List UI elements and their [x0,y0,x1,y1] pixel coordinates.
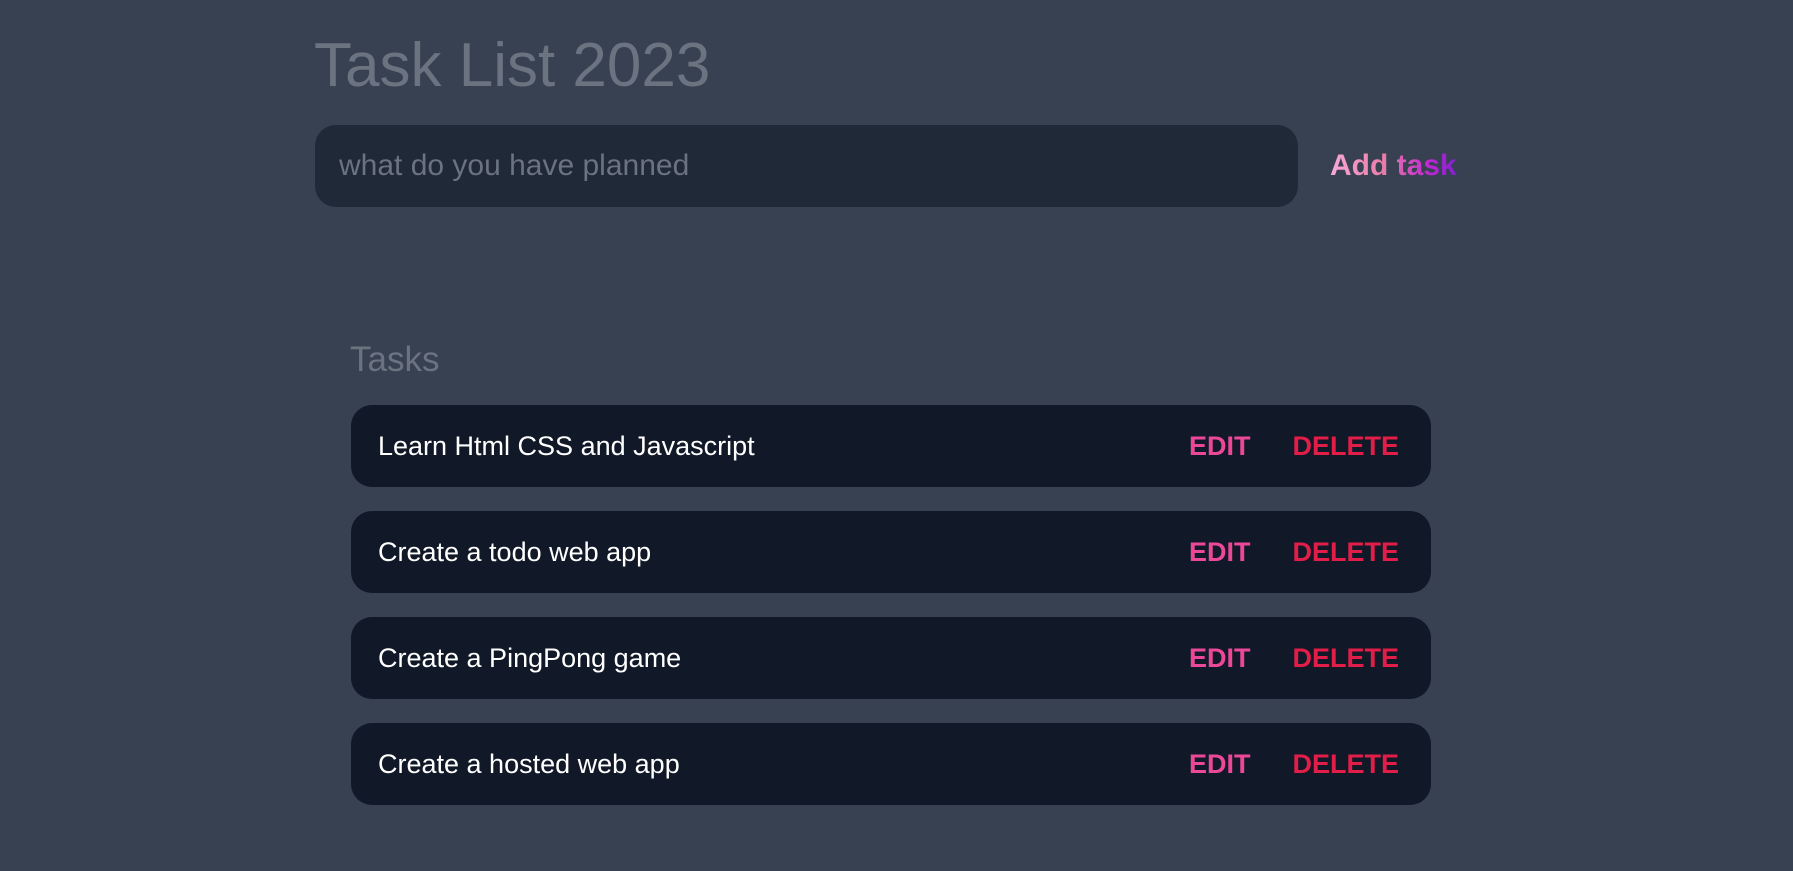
edit-task-button[interactable]: EDIT [1189,537,1251,568]
page-title: Task List 2023 [314,31,711,100]
add-task-button[interactable]: Add task [1330,140,1457,192]
task-text: Create a todo web app [378,536,652,567]
task-row: Create a PingPong game EDIT DELETE [351,617,1431,699]
task-row: Create a hosted web app EDIT DELETE [351,723,1431,805]
tasks-heading: Tasks [350,340,440,379]
edit-task-button[interactable]: EDIT [1189,431,1251,462]
task-row: Learn Html CSS and Javascript EDIT DELET… [351,405,1431,487]
task-text: Learn Html CSS and Javascript [378,430,755,461]
delete-task-button[interactable]: DELETE [1292,643,1399,674]
task-list: Learn Html CSS and Javascript EDIT DELET… [351,405,1431,829]
task-text: Create a hosted web app [378,748,680,779]
edit-task-button[interactable]: EDIT [1189,749,1251,780]
delete-task-button[interactable]: DELETE [1292,749,1399,780]
task-text: Create a PingPong game [378,642,682,673]
delete-task-button[interactable]: DELETE [1292,431,1399,462]
edit-task-button[interactable]: EDIT [1189,643,1251,674]
new-task-input[interactable] [315,125,1298,207]
task-row: Create a todo web app EDIT DELETE [351,511,1431,593]
delete-task-button[interactable]: DELETE [1292,537,1399,568]
